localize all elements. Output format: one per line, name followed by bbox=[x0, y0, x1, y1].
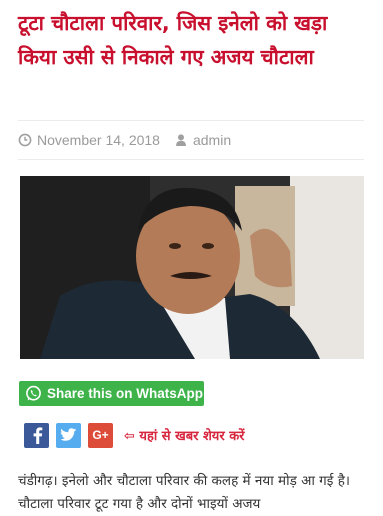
share-hint: ⇦ यहां से खबर शेयर करें bbox=[124, 429, 245, 444]
share-whatsapp-label: Share this on WhatsApp bbox=[47, 386, 204, 401]
article-body: चंडीगढ़। इनेलो और चौटाला परिवार की कलह म… bbox=[18, 473, 350, 512]
clock-icon bbox=[18, 133, 32, 147]
share-twitter-button[interactable] bbox=[56, 422, 81, 448]
social-share-row: G+ ⇦ यहां से खबर शेयर करें bbox=[24, 422, 245, 448]
article-title: टूटा चौटाला परिवार, जिस इनेलो को खड़ा कि… bbox=[18, 11, 328, 69]
post-author[interactable]: admin bbox=[193, 132, 231, 148]
whatsapp-icon bbox=[25, 385, 42, 402]
facebook-icon bbox=[33, 427, 42, 444]
user-icon bbox=[174, 133, 188, 147]
featured-image bbox=[20, 176, 364, 359]
share-googleplus-button[interactable]: G+ bbox=[88, 422, 113, 448]
share-whatsapp-button[interactable]: Share this on WhatsApp bbox=[19, 381, 204, 406]
google-plus-icon: G+ bbox=[92, 428, 109, 442]
post-meta: November 14, 2018 admin bbox=[18, 120, 364, 160]
post-date[interactable]: November 14, 2018 bbox=[37, 132, 160, 148]
share-facebook-button[interactable] bbox=[24, 422, 49, 448]
twitter-icon bbox=[60, 428, 77, 441]
